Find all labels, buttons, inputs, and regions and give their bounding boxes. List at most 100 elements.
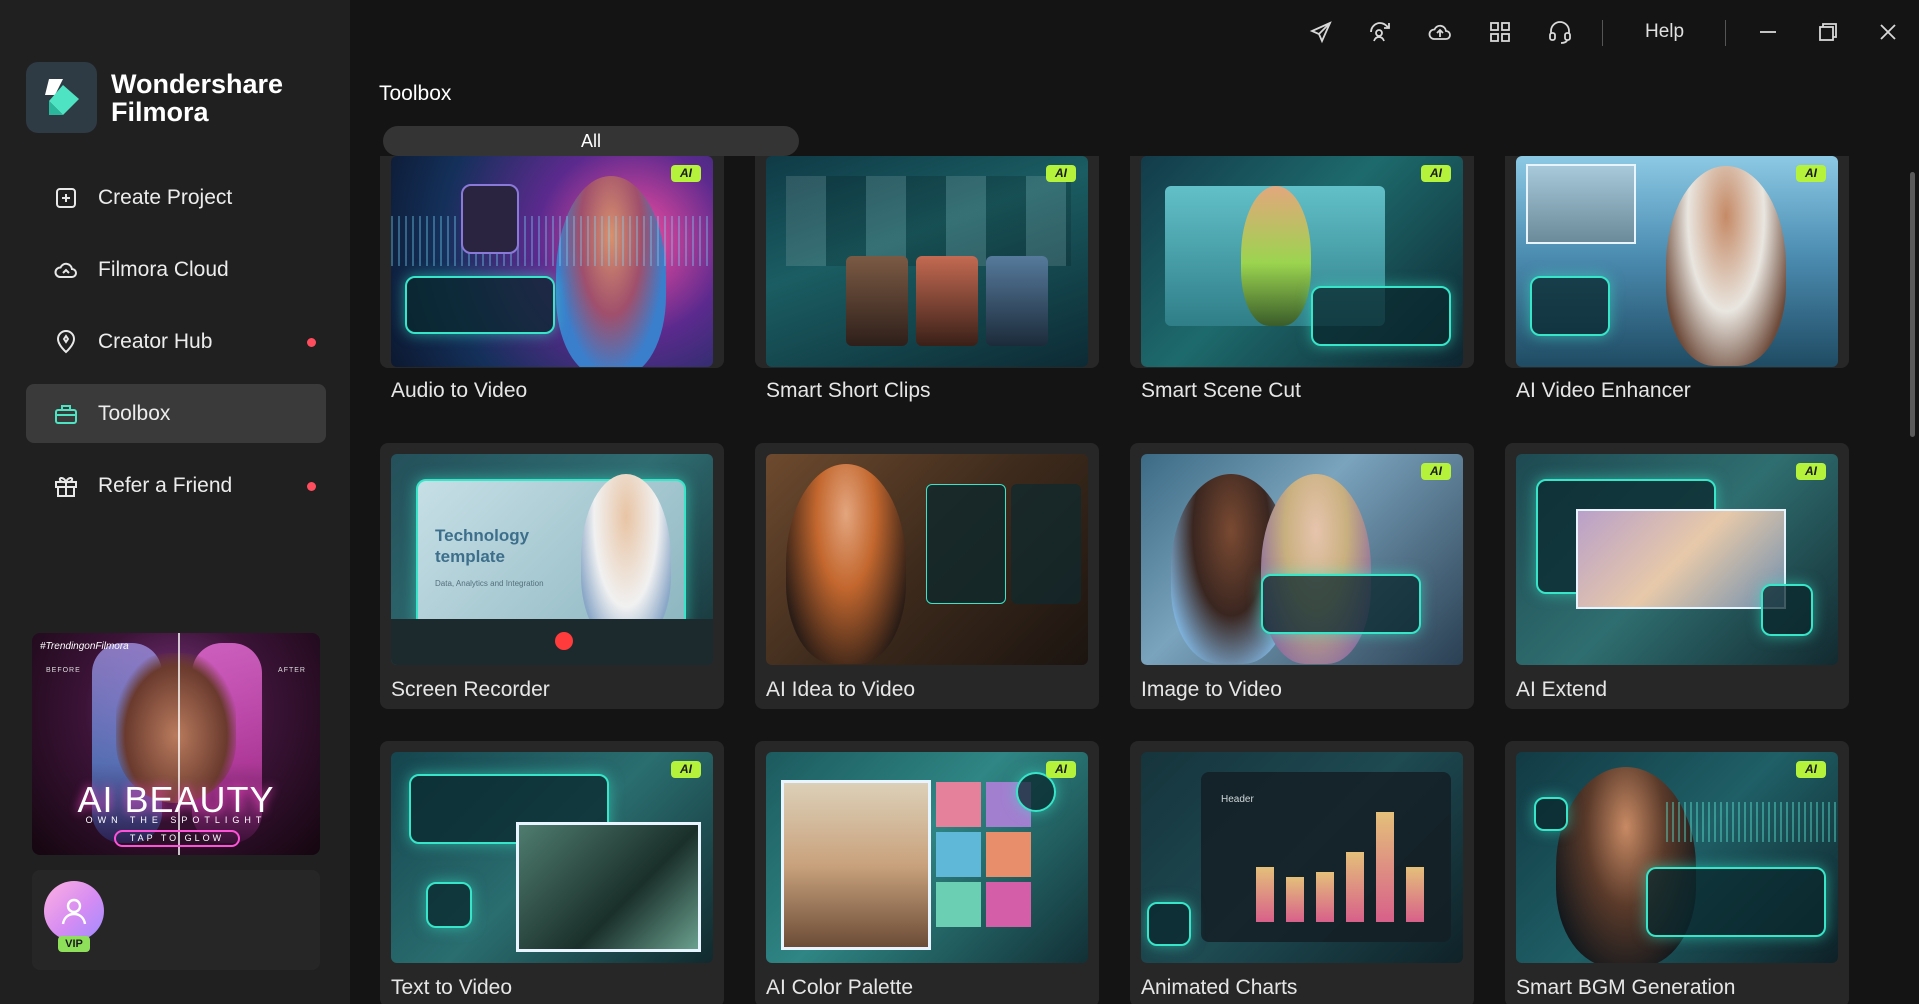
promo-before-label: BEFORE (46, 667, 81, 674)
sidebar-item-toolbox[interactable]: Toolbox (26, 384, 326, 443)
tool-card-screen-recorder[interactable]: Technology template Data, Analytics and … (380, 443, 724, 709)
send-feedback-icon[interactable] (1307, 18, 1335, 46)
tool-card-smart-short-clips[interactable]: AI Smart Short Clips (755, 156, 1099, 402)
apps-grid-icon[interactable] (1486, 18, 1514, 46)
cloud-upload-icon[interactable] (1426, 18, 1454, 46)
help-button[interactable]: Help (1645, 21, 1684, 43)
tab-all[interactable]: All (383, 126, 799, 156)
tool-card-label: Screen Recorder (391, 678, 550, 701)
tool-card-ai-video-enhancer[interactable]: AI AI Video Enhancer (1505, 156, 1849, 402)
ai-badge: AI (1796, 463, 1826, 480)
cloud-icon (52, 256, 80, 284)
user-card[interactable]: VIP (32, 870, 320, 970)
tool-card-ai-idea-to-video[interactable]: AI Idea to Video (755, 443, 1099, 709)
sidebar-item-creator-hub[interactable]: Creator Hub (26, 312, 326, 371)
ai-badge: AI (1046, 761, 1076, 778)
brand-line-1: Wondershare (111, 68, 284, 99)
brand-name: Wondershare Filmora (111, 70, 283, 126)
tool-card-label: Smart Short Clips (766, 379, 931, 402)
ai-badge: AI (1421, 165, 1451, 182)
sidebar: Wondershare Filmora Create Project Filmo… (0, 0, 350, 1004)
tool-card-label: AI Color Palette (766, 976, 914, 999)
thumb-text: Technology (435, 526, 530, 545)
filter-tab-bar: All (383, 126, 799, 156)
sidebar-item-create-project[interactable]: Create Project (26, 168, 326, 227)
sidebar-item-label: Creator Hub (98, 329, 213, 353)
gift-icon (52, 472, 80, 500)
sidebar-item-label: Toolbox (98, 401, 171, 425)
tool-thumbnail: Technology template Data, Analytics and … (391, 454, 713, 665)
notification-dot (307, 338, 316, 347)
ai-badge: AI (1796, 165, 1826, 182)
tool-card-label: AI Video Enhancer (1516, 379, 1691, 402)
ai-badge: AI (671, 165, 701, 182)
tool-thumbnail: AI (766, 156, 1088, 367)
plus-square-icon (52, 184, 80, 212)
tool-card-animated-charts[interactable]: Header Animated Charts (1130, 741, 1474, 1004)
tool-thumbnail: AI (1516, 156, 1838, 367)
tool-thumbnail: Header (1141, 752, 1463, 963)
sidebar-item-filmora-cloud[interactable]: Filmora Cloud (26, 240, 326, 299)
promo-subtitle: OWN THE SPOTLIGHT (85, 815, 267, 825)
thumb-text: Data, Analytics and Integration (435, 579, 544, 588)
tool-card-label: Image to Video (1141, 678, 1282, 701)
ai-badge: AI (671, 761, 701, 778)
sidebar-item-label: Filmora Cloud (98, 257, 229, 281)
tool-thumbnail: AI (391, 156, 713, 367)
promo-after-label: AFTER (278, 667, 306, 674)
sidebar-item-label: Create Project (98, 185, 233, 209)
promo-cta-button[interactable]: TAP TO GLOW (114, 830, 240, 847)
tool-card-smart-bgm-generation[interactable]: AI Smart BGM Generation (1505, 741, 1849, 1004)
tool-card-label: Smart BGM Generation (1516, 976, 1736, 999)
thumb-text: template (435, 547, 505, 566)
promo-hashtag: #TrendingonFilmora (40, 641, 129, 652)
tool-card-label: Animated Charts (1141, 976, 1298, 999)
page-title: Toolbox (379, 82, 452, 105)
tool-card-text-to-video[interactable]: AI Text to Video (380, 741, 724, 1004)
tool-card-label: AI Idea to Video (766, 678, 916, 701)
toolbar-divider (1602, 20, 1603, 46)
app-logo: Wondershare Filmora (26, 62, 283, 133)
tool-thumbnail: AI (766, 752, 1088, 963)
tool-card-label: Audio to Video (391, 379, 528, 402)
thumb-text: Header (1221, 794, 1254, 805)
tool-card-image-to-video[interactable]: AI Image to Video (1130, 443, 1474, 709)
tool-thumbnail: AI (1516, 454, 1838, 665)
tool-card-label: Text to Video (391, 976, 513, 999)
notification-dot (307, 482, 316, 491)
tool-card-label: Smart Scene Cut (1141, 379, 1301, 402)
tool-card-label: AI Extend (1516, 678, 1608, 701)
promo-banner[interactable]: #TrendingonFilmora BEFORE AFTER AI BEAUT… (32, 633, 320, 855)
tool-thumbnail: AI (1516, 752, 1838, 963)
close-icon[interactable] (1874, 18, 1902, 46)
lightbulb-pin-icon (52, 328, 80, 356)
tool-thumbnail: AI (391, 752, 713, 963)
title-bar: Help (350, 0, 1919, 64)
ai-badge: AI (1046, 165, 1076, 182)
vertical-scrollbar[interactable] (1910, 172, 1915, 437)
avatar[interactable] (44, 881, 104, 941)
toolbox-icon (52, 400, 80, 428)
tool-card-audio-to-video[interactable]: AI Audio to Video (380, 156, 724, 402)
restore-icon[interactable] (1814, 18, 1842, 46)
brand-line-2: Filmora (111, 96, 209, 127)
ai-badge: AI (1421, 463, 1451, 480)
ai-badge: AI (1796, 761, 1826, 778)
sidebar-item-refer-a-friend[interactable]: Refer a Friend (26, 456, 326, 515)
sidebar-nav: Create Project Filmora Cloud Creator Hub… (26, 168, 326, 528)
tool-thumbnail: AI (1141, 454, 1463, 665)
tool-card-smart-scene-cut[interactable]: AI Smart Scene Cut (1130, 156, 1474, 402)
sidebar-item-label: Refer a Friend (98, 473, 233, 497)
tool-thumbnail (766, 454, 1088, 665)
minimize-icon[interactable] (1754, 18, 1782, 46)
filmora-logo-icon (26, 62, 97, 133)
tool-card-ai-color-palette[interactable]: AI AI Color Palette (755, 741, 1099, 1004)
tool-card-ai-extend[interactable]: AI AI Extend (1505, 443, 1849, 709)
tool-thumbnail: AI (1141, 156, 1463, 367)
sync-user-icon[interactable] (1366, 18, 1394, 46)
headset-support-icon[interactable] (1546, 18, 1574, 46)
tool-grid: AI Audio to Video AI Smart Short Clips A… (380, 156, 1850, 1004)
vip-badge: VIP (58, 936, 90, 952)
toolbar-divider (1725, 20, 1726, 46)
user-icon (61, 898, 87, 925)
